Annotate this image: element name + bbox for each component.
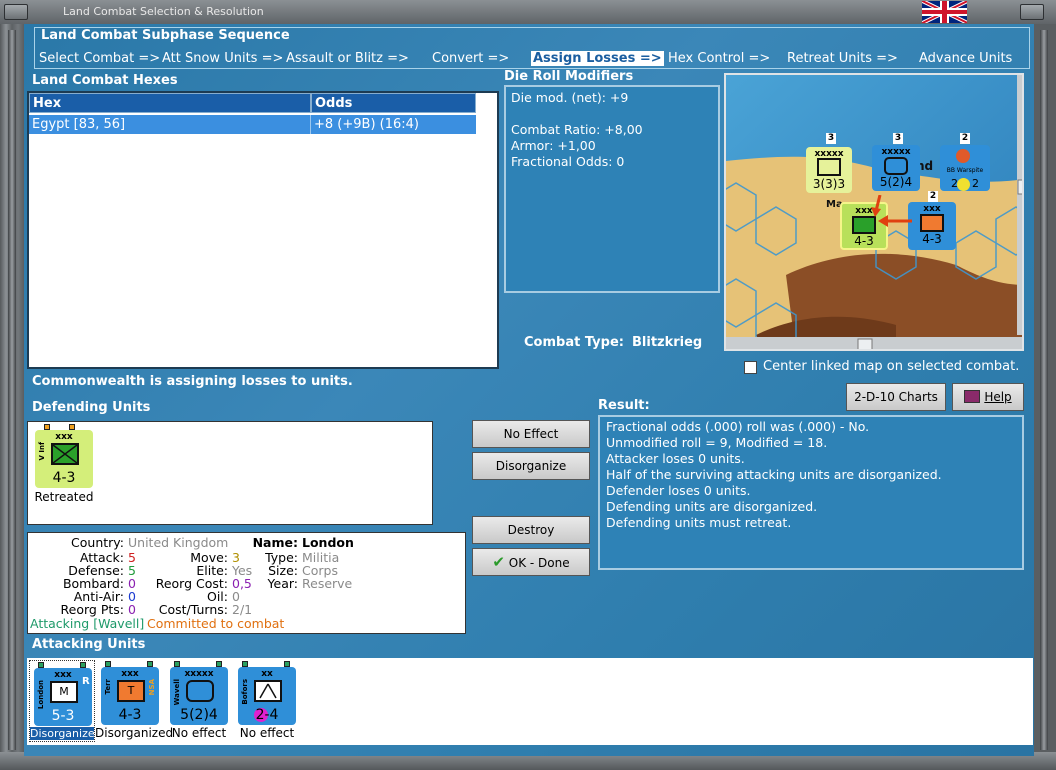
attacker-unit-terr[interactable]: xxx Terr NSA T 4-3: [101, 667, 159, 725]
step-att-snow-units: Att Snow Units =>: [162, 51, 284, 66]
col-hex-header[interactable]: Hex: [29, 93, 311, 113]
year-value: Reserve: [302, 576, 353, 591]
attacking-heading: Attacking Units: [32, 637, 146, 652]
attacker-unit-london[interactable]: xxx London R M 5-3: [34, 668, 92, 726]
costturns-value: 2/1: [232, 602, 253, 617]
step-convert: Convert =>: [432, 51, 510, 66]
attacker-status: Disorganized: [95, 726, 174, 740]
no-effect-button[interactable]: No Effect: [472, 420, 590, 448]
subphase-sequence: Land Combat Subphase Sequence Select Com…: [34, 27, 1030, 69]
hq-icon: [186, 680, 214, 702]
combat-type-label: Combat Type:: [524, 335, 624, 350]
window-title: Land Combat Selection & Resolution: [63, 5, 264, 18]
drm-line: Combat Ratio: +8,00: [511, 122, 643, 137]
drm-line: Fractional Odds: 0: [511, 154, 625, 169]
map-counter-wavell[interactable]: xxxxx 5(2)4: [872, 145, 920, 191]
anti-aircraft-icon: [254, 680, 282, 702]
marker-icon: [957, 178, 970, 191]
step-assault-or-blitz: Assault or Blitz =>: [286, 51, 409, 66]
attack-arrow-icon: [871, 195, 912, 227]
territorial-icon: T: [117, 680, 145, 702]
result-panel: Fractional odds (.000) roll was (.000) -…: [598, 415, 1024, 570]
step-assign-losses: Assign Losses =>: [531, 51, 664, 66]
hex-row-cell[interactable]: Egypt [83, 56]: [29, 115, 311, 134]
help-label: Help: [984, 390, 1012, 404]
ok-done-label: OK - Done: [508, 556, 570, 570]
defending-heading: Defending Units: [32, 400, 151, 415]
result-line: Defending units are disorganized.: [606, 499, 818, 514]
help-button[interactable]: Help: [952, 383, 1024, 411]
result-line: Defender loses 0 units.: [606, 483, 751, 498]
infantry-icon: [817, 158, 841, 176]
result-line: Half of the surviving attacking units ar…: [606, 467, 942, 482]
militia-icon: M: [50, 681, 78, 703]
attacking-units-panel: xxx London R M 5-3 Disorganized xxx Terr…: [27, 658, 1033, 745]
odds-row-cell[interactable]: +8 (+9B) (16:4): [311, 115, 476, 134]
attacker-slot-london[interactable]: xxx London R M 5-3 Disorganized: [29, 660, 102, 742]
defender-unit-v-inf[interactable]: xxx V Inf 4-3: [35, 430, 93, 488]
title-bar[interactable]: Land Combat Selection & Resolution: [0, 0, 1056, 24]
col-odds-header[interactable]: Odds: [311, 93, 476, 113]
map-counter-bb-warspite[interactable]: BB Warspite 2 4 2: [940, 145, 990, 191]
drm-line: Armor: +1,00: [511, 138, 596, 153]
stack-count: 3: [893, 133, 903, 144]
hexes-heading: Land Combat Hexes: [32, 73, 178, 88]
attacker-unit-wavell[interactable]: xxxxx Wavell 5(2)4: [170, 667, 228, 725]
destroy-button[interactable]: Destroy: [472, 516, 590, 544]
committed-note: Committed to combat: [147, 616, 285, 631]
step-retreat-units: Retreat Units =>: [787, 51, 898, 66]
step-select-combat: Select Combat =>: [39, 51, 161, 66]
checkmark-icon: ✔: [492, 553, 505, 571]
left-rail: [8, 30, 16, 750]
stack-count: 2: [960, 133, 970, 144]
right-rail: [1040, 30, 1048, 750]
drm-line: [511, 106, 713, 122]
drm-panel: Die mod. (net): +9 Combat Ratio: +8,00 A…: [504, 85, 720, 293]
result-line: Unmodified roll = 9, Modified = 18.: [606, 435, 828, 450]
stack-count: 2: [928, 191, 938, 202]
step-hex-control: Hex Control =>: [668, 51, 771, 66]
infantry-icon: [51, 443, 79, 465]
disorganize-button[interactable]: Disorganize: [472, 452, 590, 480]
result-line: Defending units must retreat.: [606, 515, 792, 530]
stack-count: 3: [826, 133, 836, 144]
hq-icon: [884, 157, 908, 175]
attacker-status: No effect: [171, 726, 227, 740]
result-line: Fractional odds (.000) roll was (.000) -…: [606, 419, 870, 434]
reorgpts-value: 0: [128, 602, 136, 617]
result-heading: Result:: [598, 398, 650, 413]
status-message: Commonwealth is assigning losses to unit…: [32, 374, 353, 389]
defender-status: Retreated: [34, 490, 94, 504]
uk-flag-icon: [922, 1, 967, 23]
map-counter-inf[interactable]: xxxxx 3(3)3: [806, 147, 852, 193]
combat-type-value: Blitzkrieg: [632, 335, 703, 350]
unit-info-panel: Country: United Kingdom Attack: 5 Defens…: [27, 532, 466, 634]
attacking-note: Attacking [Wavell]: [30, 616, 145, 631]
window-menu-button[interactable]: [4, 4, 28, 20]
help-book-icon: [964, 390, 981, 403]
territorial-icon: [920, 214, 944, 232]
window-close-button[interactable]: [1020, 4, 1044, 20]
attacker-unit-bofors[interactable]: xx Bofors 2-4: [238, 667, 296, 725]
hex-grid: Hex Odds Egypt [83, 56] +8 (+9B) (16:4): [27, 91, 499, 369]
name-value: London: [302, 535, 354, 550]
ok-done-button[interactable]: ✔ OK - Done: [472, 548, 590, 576]
subphase-heading: Land Combat Subphase Sequence: [41, 28, 290, 43]
linked-map[interactable]: nd Ma xxxxx 3(3)3 3 xxxxx 5(2)4 3 BB War…: [724, 73, 1024, 351]
charts-button[interactable]: 2-D-10 Charts: [846, 383, 946, 411]
step-advance-units: Advance Units: [919, 51, 1013, 66]
drm-heading: Die Roll Modifiers: [504, 69, 634, 84]
attacker-status: Disorganized: [30, 727, 102, 740]
defending-units-panel: xxx V Inf 4-3 Retreated: [27, 421, 433, 525]
attacker-status: No effect: [239, 726, 295, 740]
result-line: Attacker loses 0 units.: [606, 451, 745, 466]
center-map-checkbox[interactable]: [744, 361, 757, 374]
center-map-label: Center linked map on selected combat.: [763, 359, 1020, 374]
marker-icon: [956, 149, 970, 163]
drm-line: Die mod. (net): +9: [511, 90, 629, 105]
